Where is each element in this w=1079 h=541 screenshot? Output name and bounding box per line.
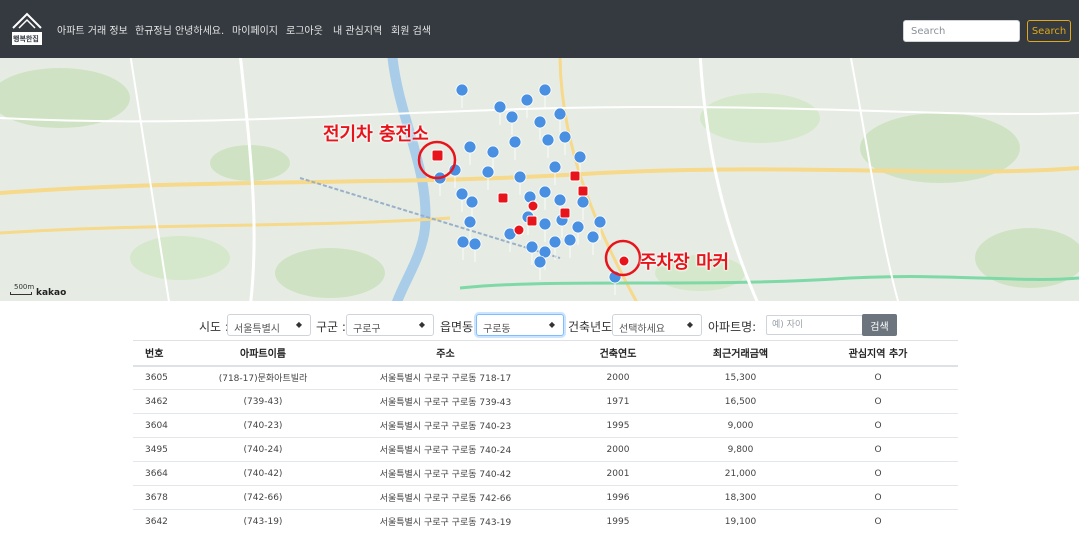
sido-select[interactable]: 서울특별시 ◆ [227,314,311,336]
map-view[interactable]: 전기차 충전소 주차장 마커 [0,58,1079,301]
nav-mypage[interactable]: 마이페이지 [232,22,278,37]
apt-name-input[interactable] [766,315,863,335]
table-row[interactable]: 3642 (743-19) 서울특별시 구로구 구로동 743-19 1995 … [133,509,958,534]
cell-price: 19,100 [683,509,798,534]
gugun-select[interactable]: 구로구 ◆ [346,314,434,336]
chevron-down-icon: ◆ [418,320,425,329]
cell-price: 16,500 [683,389,798,414]
table-row[interactable]: 3495 (740-24) 서울특별시 구로구 구로동 740-24 2000 … [133,437,958,462]
cell-apt-name: (740-23) [188,413,338,438]
cell-address: 서울특별시 구로구 구로동 740-23 [338,413,553,438]
navbar-search-button[interactable]: Search [1027,20,1071,42]
add-favorite-button[interactable]: O [798,413,958,438]
map-scale-bar [10,292,32,295]
cell-no: 3678 [133,485,188,510]
dong-label: 읍면동 : [440,320,481,334]
sido-select-value: 서울특별시 [234,324,280,335]
nav-greeting: 한규정님 안녕하세요. [135,26,225,37]
cell-no: 3664 [133,461,188,486]
dong-select[interactable]: 구로동 ◆ [476,314,564,336]
add-favorite-button[interactable]: O [798,365,958,390]
cell-address: 서울특별시 구로구 구로동 740-42 [338,461,553,486]
map-canvas[interactable] [0,58,1079,301]
cell-apt-name: (740-42) [188,461,338,486]
chevron-down-icon: ◆ [295,320,302,329]
add-favorite-button[interactable]: O [798,389,958,414]
gugun-select-value: 구로구 [353,324,381,335]
cell-no: 3604 [133,413,188,438]
chevron-down-icon: ◆ [686,320,693,329]
cell-price: 18,300 [683,485,798,510]
cell-apt-name: (718-17)문화아트빌라 [188,365,338,390]
navbar-search-input[interactable] [903,20,1020,42]
cell-year: 2000 [553,365,683,390]
col-header-price: 최근거래금액 [683,340,798,367]
nav-my-area[interactable]: 내 관심지역 [333,22,382,37]
apartment-table: 번호 아파트이름 주소 건축연도 최근거래금액 관심지역 추가 3605 (71… [133,340,958,534]
ev-charger-annotation: 전기차 충전소 [323,124,429,145]
cell-no: 3462 [133,389,188,414]
parking-marker-annotation: 주차장 마커 [640,252,730,273]
cell-year: 2001 [553,461,683,486]
col-header-no: 번호 [133,340,188,367]
col-header-favorite: 관심지역 추가 [798,340,958,367]
year-select-value: 선택하세요 [619,324,665,335]
cell-year: 1995 [553,413,683,438]
cell-year: 1996 [553,485,683,510]
cell-price: 15,300 [683,365,798,390]
cell-year: 1971 [553,389,683,414]
col-header-name: 아파트이름 [188,340,338,367]
gugun-label: 구군 : [316,320,346,334]
year-label: 건축년도: [568,320,617,334]
nav-apt-deal[interactable]: 아파트 거래 정보 [57,22,128,37]
nav-logout[interactable]: 로그아웃 [286,22,323,37]
navbar: 행복한집 아파트 거래 정보 한규정님 안녕하세요. 마이페이지 로그아웃 내 … [0,0,1079,58]
add-favorite-button[interactable]: O [798,485,958,510]
cell-price: 9,800 [683,437,798,462]
cell-no: 3495 [133,437,188,462]
nav-member-search[interactable]: 회원 검색 [391,22,431,37]
cell-price: 21,000 [683,461,798,486]
year-select[interactable]: 선택하세요 ◆ [612,314,702,336]
cell-apt-name: (742-66) [188,485,338,510]
add-favorite-button[interactable]: O [798,509,958,534]
cell-address: 서울특별시 구로구 구로동 718-17 [338,365,553,390]
cell-year: 2000 [553,437,683,462]
cell-address: 서울특별시 구로구 구로동 739-43 [338,389,553,414]
sido-label: 시도 : [199,320,229,334]
cell-price: 9,000 [683,413,798,438]
table-row[interactable]: 3664 (740-42) 서울특별시 구로구 구로동 740-42 2001 … [133,461,958,486]
table-row[interactable]: 3605 (718-17)문화아트빌라 서울특별시 구로구 구로동 718-17… [133,365,958,390]
brand-text: 행복한집 [13,35,39,43]
cell-apt-name: (739-43) [188,389,338,414]
col-header-year: 건축연도 [553,340,683,367]
table-header-row: 번호 아파트이름 주소 건축연도 최근거래금액 관심지역 추가 [133,340,958,367]
map-scale-label: 500m [14,283,35,291]
apartment-pins [433,83,622,296]
brand-logo[interactable]: 행복한집 [10,10,44,48]
cell-address: 서울특별시 구로구 구로동 740-24 [338,437,553,462]
cell-address: 서울특별시 구로구 구로동 742-66 [338,485,553,510]
filter-search-button[interactable]: 검색 [862,314,897,336]
cell-apt-name: (743-19) [188,509,338,534]
cell-address: 서울특별시 구로구 구로동 743-19 [338,509,553,534]
table-row[interactable]: 3604 (740-23) 서울특별시 구로구 구로동 740-23 1995 … [133,413,958,438]
kakao-logo: kakao [36,288,67,298]
cell-no: 3642 [133,509,188,534]
add-favorite-button[interactable]: O [798,437,958,462]
chevron-down-icon: ◆ [548,320,555,329]
dong-select-value: 구로동 [483,324,511,335]
cell-no: 3605 [133,365,188,390]
table-row[interactable]: 3462 (739-43) 서울특별시 구로구 구로동 739-43 1971 … [133,389,958,414]
cell-year: 1995 [553,509,683,534]
apt-name-label: 아파트명: [708,320,757,334]
col-header-address: 주소 [338,340,553,367]
cell-apt-name: (740-24) [188,437,338,462]
table-row[interactable]: 3678 (742-66) 서울특별시 구로구 구로동 742-66 1996 … [133,485,958,510]
add-favorite-button[interactable]: O [798,461,958,486]
